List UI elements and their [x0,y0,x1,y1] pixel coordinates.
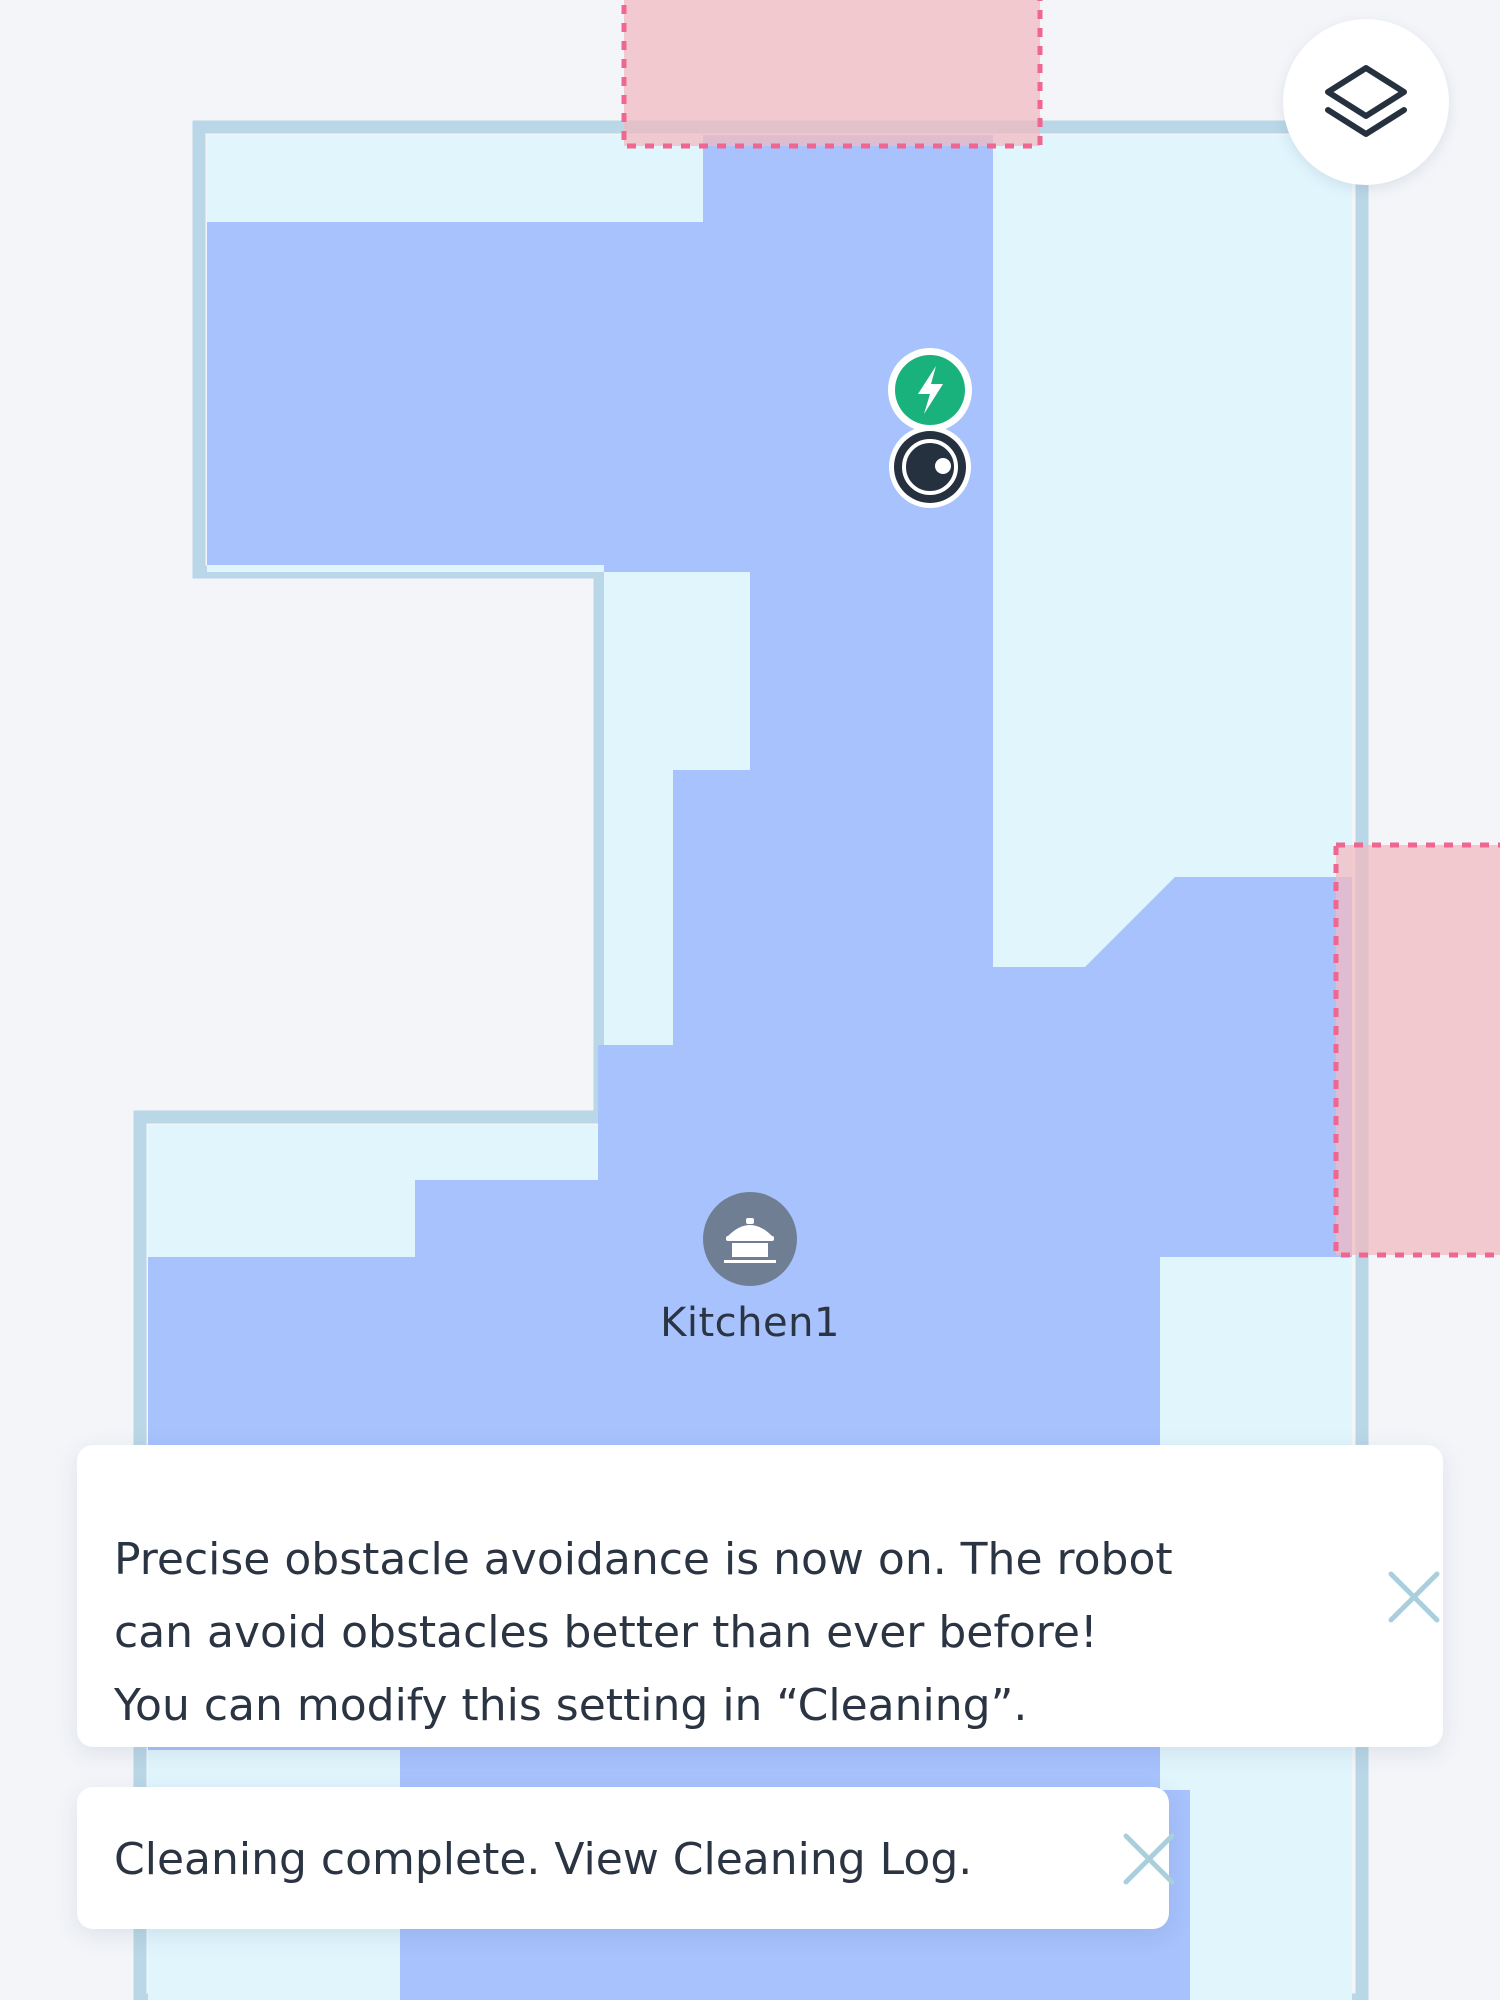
room-badge-kitchen[interactable] [703,1192,797,1286]
no-go-zone-top[interactable] [621,0,1043,149]
map-screen: Kitchen1 Precise obstacle avoidance is n… [0,0,1500,2000]
robot-vacuum-icon[interactable] [889,426,971,508]
notice-text: Precise obstacle avoidance is now on. Th… [114,1534,1173,1731]
notice-text[interactable]: Cleaning complete. View Cleaning Log. [114,1823,972,1896]
obstacle-avoidance-notice: Precise obstacle avoidance is now on. Th… [77,1445,1443,1747]
cleaning-complete-notice[interactable]: Cleaning complete. View Cleaning Log. [77,1787,1175,1929]
layers-icon [1325,65,1407,137]
layers-button[interactable] [1283,19,1449,185]
close-icon[interactable] [1122,1832,1176,1886]
room-label: Kitchen1 [660,1300,840,1346]
close-icon[interactable] [1387,1570,1441,1624]
no-go-zone-right[interactable] [1333,842,1500,1258]
charging-dock[interactable] [888,348,972,432]
